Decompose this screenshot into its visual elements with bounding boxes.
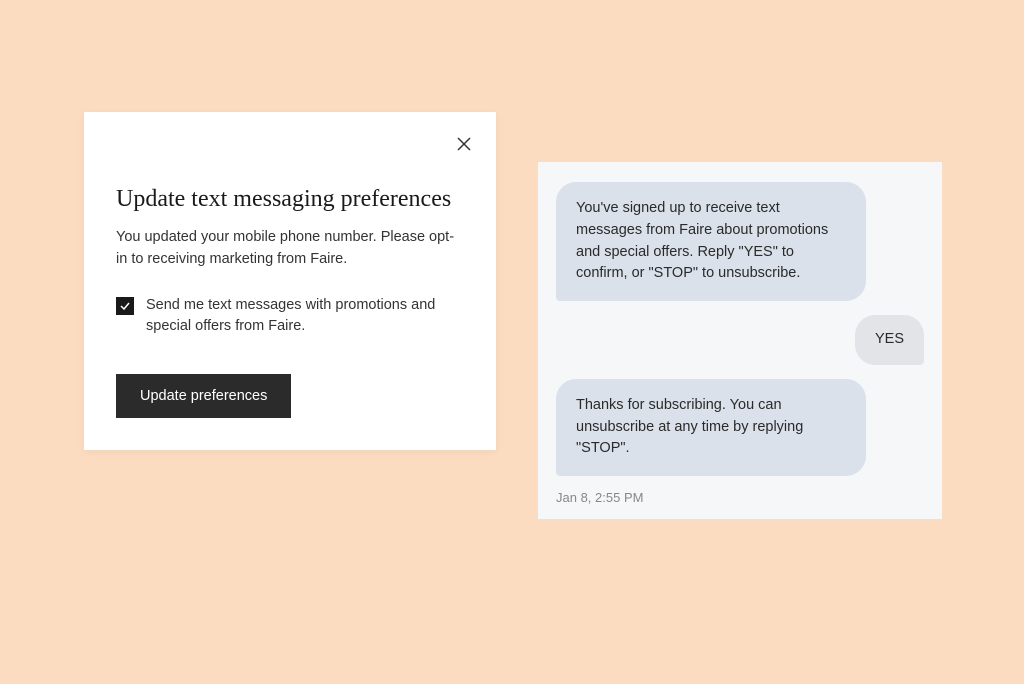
modal-title: Update text messaging preferences <box>116 184 464 215</box>
check-icon <box>119 300 131 312</box>
opt-in-checkbox[interactable] <box>116 297 134 315</box>
chat-message-outgoing: YES <box>855 315 924 365</box>
checkbox-row: Send me text messages with promotions an… <box>116 295 464 339</box>
preferences-modal: Update text messaging preferences You up… <box>84 112 496 450</box>
close-button[interactable] <box>452 132 476 156</box>
close-icon <box>455 135 473 153</box>
update-preferences-button[interactable]: Update preferences <box>116 374 291 418</box>
chat-panel: You've signed up to receive text message… <box>538 162 942 519</box>
chat-message-incoming: Thanks for subscribing. You can unsubscr… <box>556 379 866 476</box>
chat-timestamp: Jan 8, 2:55 PM <box>556 490 924 505</box>
chat-message-incoming: You've signed up to receive text message… <box>556 182 866 301</box>
modal-description: You updated your mobile phone number. Pl… <box>116 227 464 271</box>
checkbox-label: Send me text messages with promotions an… <box>146 295 464 339</box>
